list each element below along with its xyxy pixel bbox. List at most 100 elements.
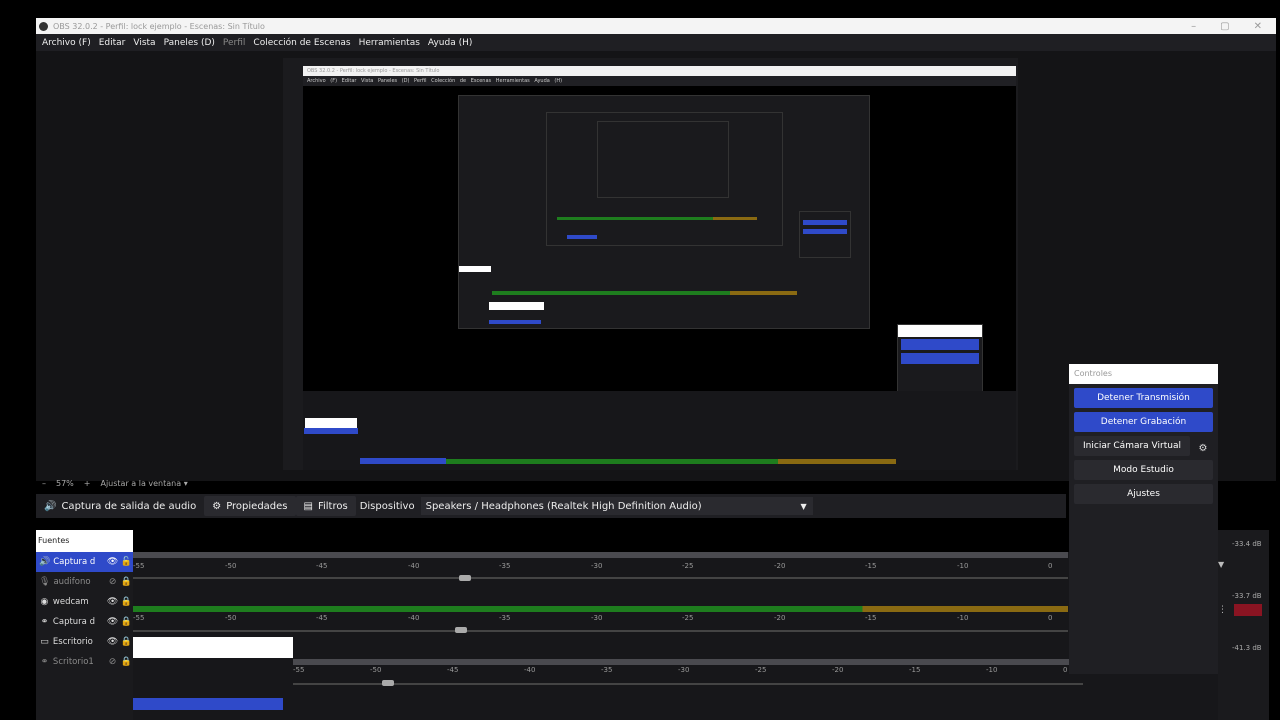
nested-bottom-selected-source xyxy=(304,428,358,434)
settings-button[interactable]: Ajustes xyxy=(1074,484,1213,504)
menu-herramientas[interactable]: Herramientas xyxy=(359,38,420,48)
lock-icon[interactable]: 🔒 xyxy=(119,577,133,587)
menu-editar[interactable]: Editar xyxy=(99,38,126,48)
tick-label: -20 xyxy=(774,614,786,622)
lock-icon[interactable]: 🔒 xyxy=(119,637,133,647)
mixer-ticks-2: -55 -50 -45 -40 -35 -30 -25 -20 -15 -10 0 xyxy=(133,614,1068,624)
lock-icon[interactable]: 🔒 xyxy=(119,657,133,667)
mixer-blue-bar xyxy=(133,698,283,710)
zoom-out-button[interactable]: – xyxy=(42,479,46,488)
start-virtual-camera-button[interactable]: Iniciar Cámara Virtual xyxy=(1074,436,1190,456)
tick-label: 0 xyxy=(1048,562,1053,570)
more-options-icon[interactable]: ⋮ xyxy=(1218,605,1227,615)
eye-icon[interactable]: 👁 xyxy=(106,637,120,647)
tick-label: -35 xyxy=(499,614,511,622)
stop-recording-button[interactable]: Detener Grabación xyxy=(1074,412,1213,432)
nested-sources-header xyxy=(459,266,491,272)
nested-ctl-btn-1 xyxy=(803,220,847,225)
controls-dock-header[interactable]: Controles xyxy=(1069,364,1218,384)
tick-label: -45 xyxy=(316,562,328,570)
volume-slider-3[interactable] xyxy=(293,683,1083,685)
menu-vista[interactable]: Vista xyxy=(133,38,155,48)
tick-label: -15 xyxy=(865,562,877,570)
tick-label: -10 xyxy=(957,614,969,622)
studio-mode-button[interactable]: Modo Estudio xyxy=(1074,460,1213,480)
source-item[interactable]: 🔊 Captura d 👁 🔓 xyxy=(36,552,133,572)
device-value: Speakers / Headphones (Realtek High Defi… xyxy=(425,500,702,512)
nested-bottom-sources-header xyxy=(305,418,357,428)
volume-knob-3[interactable] xyxy=(382,680,394,686)
scroll-down-icon[interactable]: ▼ xyxy=(1218,560,1224,569)
source-item[interactable]: ⚭ Scritorio1 ⊘ 🔒 xyxy=(36,652,133,672)
source-name: Captura de salida de audio xyxy=(61,500,197,512)
eye-icon[interactable]: 👁 xyxy=(106,557,120,567)
virtual-camera-settings-gear-icon[interactable]: ⚙ xyxy=(1193,438,1213,458)
tick-label: -50 xyxy=(370,666,382,674)
tick-label: -10 xyxy=(986,666,998,674)
lock-icon[interactable]: 🔒 xyxy=(119,617,133,627)
source-item[interactable]: ◉ wedcam 👁 🔒 xyxy=(36,592,133,612)
speaker-icon: 🔊 xyxy=(39,557,51,567)
source-item[interactable]: 🎙 audifono ⊘ 🔒 xyxy=(36,572,133,592)
tick-label: -25 xyxy=(755,666,767,674)
sources-dock-header[interactable]: Fuentes xyxy=(36,530,133,552)
nested-stop-stream xyxy=(901,339,979,350)
unlock-icon[interactable]: 🔓 xyxy=(119,557,133,567)
eye-icon[interactable]: 👁 xyxy=(106,597,120,607)
tick-label: -50 xyxy=(225,614,237,622)
link-icon: ⚭ xyxy=(40,617,49,627)
nested-preview-level-3 xyxy=(546,112,783,246)
mixer-meter-1 xyxy=(133,552,1068,558)
window-title-bar: OBS 32.0.2 - Perfil: lock ejemplo - Esce… xyxy=(36,18,1276,34)
gear-icon: ⚙ xyxy=(212,500,222,512)
source-item-label: Escritorio xyxy=(52,637,93,647)
menu-ayuda[interactable]: Ayuda (H) xyxy=(428,38,472,48)
tick-label: -30 xyxy=(678,666,690,674)
stop-streaming-button[interactable]: Detener Transmisión xyxy=(1074,388,1213,408)
minimize-button[interactable]: – xyxy=(1191,21,1196,32)
sources-list: 🔊 Captura d 👁 🔓 🎙 audifono ⊘ 🔒 ◉ wedcam … xyxy=(36,552,133,720)
volume-knob-1[interactable] xyxy=(459,575,471,581)
filters-button[interactable]: ▤ Filtros xyxy=(295,496,356,516)
eye-hidden-icon[interactable]: ⊘ xyxy=(106,577,120,587)
source-item[interactable]: ⚭ Captura d 👁 🔒 xyxy=(36,612,133,632)
window-title: OBS 32.0.2 - Perfil: lock ejemplo - Esce… xyxy=(53,21,265,31)
tick-label: -35 xyxy=(601,666,613,674)
link-icon: ⚭ xyxy=(40,657,49,667)
menu-paneles[interactable]: Paneles (D) xyxy=(164,38,215,48)
menu-coleccion-escenas[interactable]: Colección de Escenas xyxy=(253,38,350,48)
mixer-meter-2 xyxy=(133,606,1068,612)
tick-label: 0 xyxy=(1048,614,1053,622)
camera-icon: ◉ xyxy=(40,597,49,607)
fit-to-window-select[interactable]: Ajustar a la ventana ▾ xyxy=(100,479,187,488)
volume-slider-1[interactable] xyxy=(133,577,1068,579)
zoom-in-button[interactable]: + xyxy=(84,479,91,488)
eye-hidden-icon[interactable]: ⊘ xyxy=(106,657,120,667)
menu-perfil[interactable]: Perfil xyxy=(223,38,246,48)
tick-label: -55 xyxy=(293,666,305,674)
source-item[interactable]: ▭ Escritorio 👁 🔒 xyxy=(36,632,133,652)
eye-icon[interactable]: 👁 xyxy=(106,617,120,627)
properties-button[interactable]: ⚙ Propiedades xyxy=(204,496,296,516)
tick-label: -15 xyxy=(865,614,877,622)
chevron-down-icon: ▼ xyxy=(800,501,807,511)
maximize-button[interactable]: ▢ xyxy=(1220,21,1229,32)
volume-slider-2[interactable] xyxy=(133,630,1068,632)
menu-archivo[interactable]: Archivo (F) xyxy=(42,38,91,48)
lock-icon[interactable]: 🔒 xyxy=(119,597,133,607)
mixer-ticks-1: -55 -50 -45 -40 -35 -30 -25 -20 -15 -10 0 xyxy=(133,562,1068,572)
close-button[interactable]: ✕ xyxy=(1254,21,1262,32)
device-select[interactable]: Speakers / Headphones (Realtek High Defi… xyxy=(420,497,813,515)
obs-logo-icon xyxy=(39,21,48,31)
menu-bar: Archivo (F) Editar Vista Paneles (D) Per… xyxy=(36,34,1276,51)
nested-stop-record xyxy=(901,353,979,364)
volume-knob-2[interactable] xyxy=(455,627,467,633)
tick-label: 0 xyxy=(1063,666,1068,674)
program-preview[interactable]: OBS 32.0.2 - Perfil: lock ejemplo - Esce… xyxy=(283,58,1018,470)
source-item-label: audifono xyxy=(53,577,91,587)
window-controls: – ▢ ✕ xyxy=(1191,21,1276,32)
tick-label: -10 xyxy=(957,562,969,570)
device-label: Dispositivo xyxy=(359,500,415,512)
tick-label: -15 xyxy=(909,666,921,674)
tick-label: -55 xyxy=(133,562,145,570)
